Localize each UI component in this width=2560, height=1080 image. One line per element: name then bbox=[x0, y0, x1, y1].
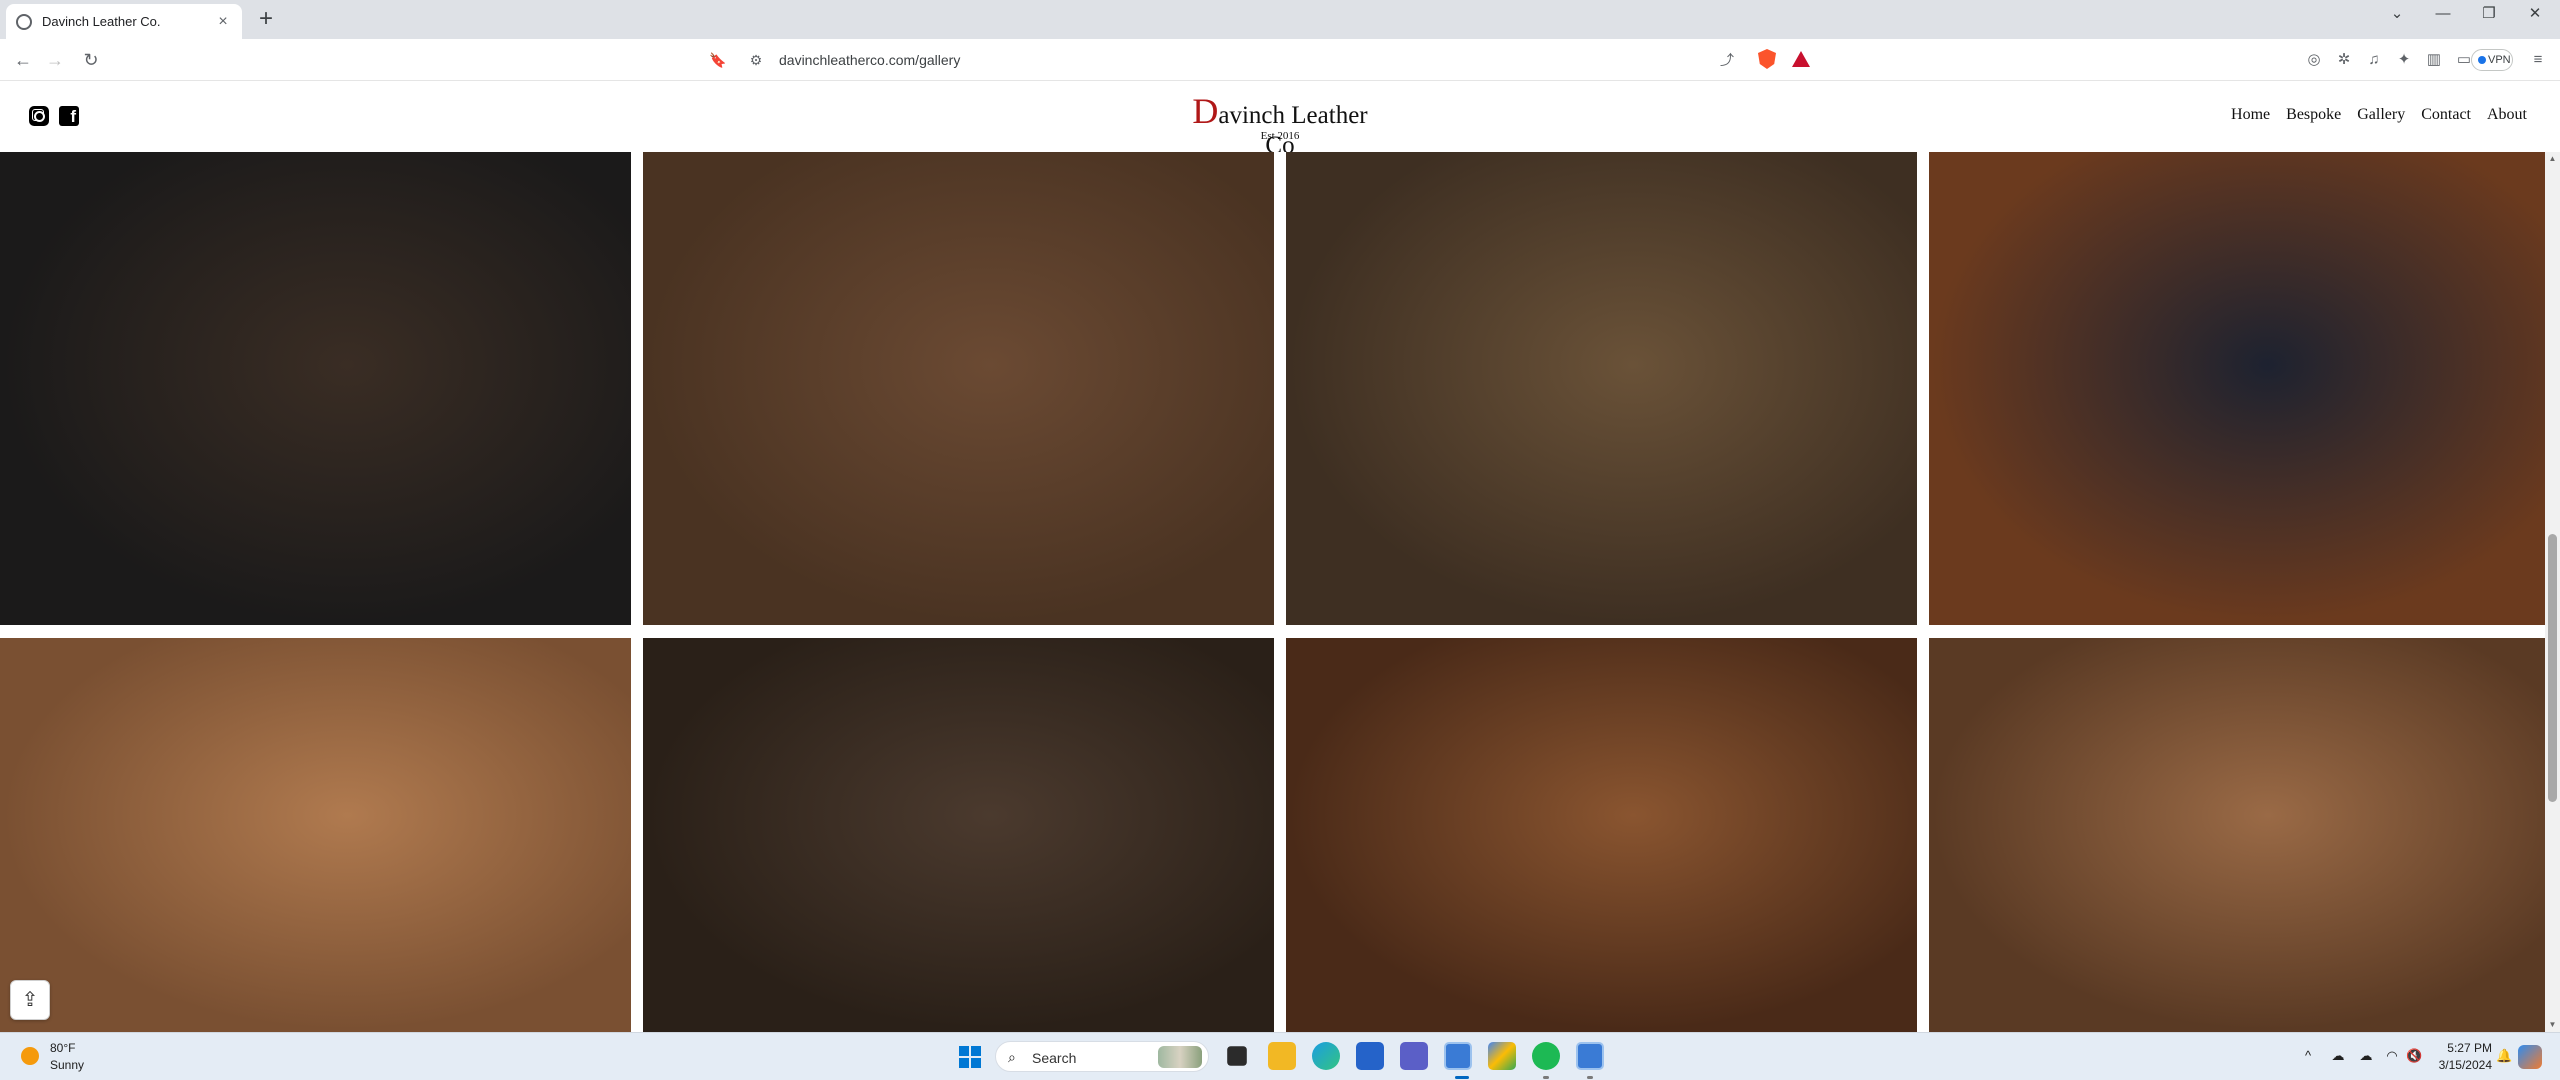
nav-home[interactable]: Home bbox=[2231, 106, 2270, 124]
onedrive-icon[interactable]: ☁ bbox=[2330, 1048, 2346, 1064]
browser-toolbar: ← → ↻ 🔖 ⚙ davinchleatherco.com/gallery ⤴… bbox=[0, 39, 2560, 81]
minimize-button[interactable]: — bbox=[2420, 0, 2466, 30]
music-icon[interactable]: ♫ bbox=[2364, 50, 2384, 70]
site-nav: Home Bespoke Gallery Contact About bbox=[2231, 106, 2527, 124]
gallery-grid bbox=[0, 152, 2560, 1032]
browser-tab[interactable]: Davinch Leather Co. × bbox=[6, 4, 242, 39]
app-window-icon[interactable] bbox=[1576, 1042, 1604, 1070]
gallery-photo[interactable] bbox=[643, 152, 1274, 625]
vpn-button[interactable]: VPN bbox=[2471, 49, 2513, 71]
gallery-photo[interactable] bbox=[1286, 638, 1917, 1032]
gallery-photo[interactable] bbox=[0, 638, 631, 1032]
teams-icon[interactable] bbox=[1400, 1042, 1428, 1070]
site-header: f Davinch Leather Co Est 2016 Home Bespo… bbox=[0, 82, 2560, 159]
running-indicator bbox=[1587, 1076, 1593, 1079]
gallery-item[interactable] bbox=[643, 152, 1274, 625]
app-window-icon[interactable] bbox=[1444, 1042, 1472, 1070]
reload-button[interactable]: ↻ bbox=[78, 47, 104, 73]
search-placeholder: Search bbox=[1032, 1050, 1077, 1066]
weather-condition[interactable]: Sunny bbox=[50, 1058, 84, 1072]
clock-date[interactable]: 3/15/2024 bbox=[2420, 1058, 2492, 1072]
search-icon: ⌕ bbox=[1008, 1049, 1016, 1065]
gallery-item[interactable] bbox=[1286, 152, 1917, 625]
search-highlight-icon bbox=[1158, 1046, 1202, 1068]
gallery-item[interactable] bbox=[0, 638, 631, 1032]
windows-start-icon[interactable] bbox=[959, 1046, 981, 1068]
sun-icon[interactable] bbox=[21, 1047, 39, 1065]
gallery-photo[interactable] bbox=[1286, 152, 1917, 625]
gallery-item[interactable] bbox=[1286, 638, 1917, 1032]
close-window-button[interactable]: ✕ bbox=[2512, 0, 2558, 30]
share-button[interactable]: ⇪ bbox=[10, 980, 50, 1020]
notification-bell-icon[interactable]: 🔔 bbox=[2496, 1048, 2512, 1064]
site-settings-icon[interactable]: ⚙ bbox=[747, 51, 765, 69]
gallery-photo[interactable] bbox=[643, 638, 1274, 1032]
taskbar: 80°F Sunny ⌕ Search ^ ☁ ☁ ◠ 🔇 5:27 PM 3/… bbox=[0, 1032, 2560, 1080]
leo-icon[interactable]: ✦ bbox=[2394, 50, 2414, 70]
url-text[interactable]: davinchleatherco.com/gallery bbox=[779, 52, 960, 68]
nav-about[interactable]: About bbox=[2487, 106, 2527, 124]
instagram-icon[interactable] bbox=[29, 106, 49, 126]
chevron-up-icon[interactable]: ^ bbox=[2300, 1048, 2316, 1064]
new-tab-button[interactable]: + bbox=[252, 6, 280, 34]
back-button[interactable]: ← bbox=[10, 47, 36, 73]
spotify-icon[interactable] bbox=[1532, 1042, 1560, 1070]
active-indicator bbox=[1455, 1076, 1469, 1079]
sidebar-icon[interactable]: ▥ bbox=[2424, 50, 2444, 70]
bookmark-icon[interactable]: 🔖 bbox=[709, 51, 727, 69]
weather-temp[interactable]: 80°F bbox=[50, 1041, 75, 1055]
edge-icon[interactable] bbox=[1312, 1042, 1340, 1070]
browser-tabstrip: Davinch Leather Co. × + ⌄ — ❐ ✕ bbox=[0, 0, 2560, 39]
scroll-thumb[interactable] bbox=[2548, 534, 2557, 802]
tab-search-icon[interactable]: ⌄ bbox=[2374, 0, 2420, 30]
globe-icon bbox=[16, 13, 32, 30]
copilot-icon[interactable] bbox=[2518, 1045, 2542, 1069]
gallery-photo[interactable] bbox=[0, 152, 631, 625]
address-bar[interactable]: 🔖 ⚙ davinchleatherco.com/gallery ⤴ bbox=[700, 44, 1810, 76]
scroll-up-arrow[interactable]: ▲ bbox=[2545, 152, 2560, 166]
gallery-item[interactable] bbox=[1929, 152, 2545, 625]
puzzle-icon[interactable]: ✲ bbox=[2334, 50, 2354, 70]
drive-icon[interactable] bbox=[1488, 1042, 1516, 1070]
gallery-item[interactable] bbox=[1929, 638, 2545, 1032]
nav-bespoke[interactable]: Bespoke bbox=[2286, 106, 2341, 124]
gallery-item[interactable] bbox=[643, 638, 1274, 1032]
brave-rewards-icon[interactable] bbox=[1792, 51, 1810, 67]
logo-initial: D bbox=[1192, 91, 1219, 131]
extension-icon[interactable]: ◎ bbox=[2304, 50, 2324, 70]
gallery-item[interactable] bbox=[0, 152, 631, 625]
tab-close-icon[interactable]: × bbox=[214, 13, 232, 31]
cloud-icon[interactable]: ☁ bbox=[2358, 1048, 2374, 1064]
taskbar-search[interactable]: ⌕ Search bbox=[995, 1041, 1209, 1072]
running-indicator bbox=[1543, 1076, 1549, 1079]
facebook-icon[interactable]: f bbox=[59, 106, 79, 126]
task-view-icon[interactable] bbox=[1227, 1046, 1247, 1066]
tab-title: Davinch Leather Co. bbox=[42, 14, 161, 29]
share-page-icon[interactable]: ⤴ bbox=[1718, 51, 1736, 69]
gallery-photo[interactable] bbox=[1929, 638, 2545, 1032]
site-tagline: Est 2016 bbox=[1260, 130, 1300, 142]
file-explorer-icon[interactable] bbox=[1268, 1042, 1296, 1070]
nav-gallery[interactable]: Gallery bbox=[2357, 106, 2405, 124]
forward-button[interactable]: → bbox=[42, 47, 68, 73]
wifi-icon[interactable]: ◠ bbox=[2384, 1048, 2400, 1064]
page-scrollbar[interactable]: ▲ ▼ bbox=[2545, 152, 2560, 1032]
scroll-down-arrow[interactable]: ▼ bbox=[2545, 1018, 2560, 1032]
clock-time[interactable]: 5:27 PM bbox=[2436, 1041, 2492, 1055]
maximize-button[interactable]: ❐ bbox=[2466, 0, 2512, 30]
gallery-photo[interactable] bbox=[1929, 152, 2545, 625]
menu-icon[interactable]: ≡ bbox=[2528, 50, 2548, 70]
store-icon[interactable] bbox=[1356, 1042, 1384, 1070]
site-logo[interactable]: Davinch Leather Co bbox=[1178, 90, 1382, 160]
nav-contact[interactable]: Contact bbox=[2421, 106, 2471, 124]
